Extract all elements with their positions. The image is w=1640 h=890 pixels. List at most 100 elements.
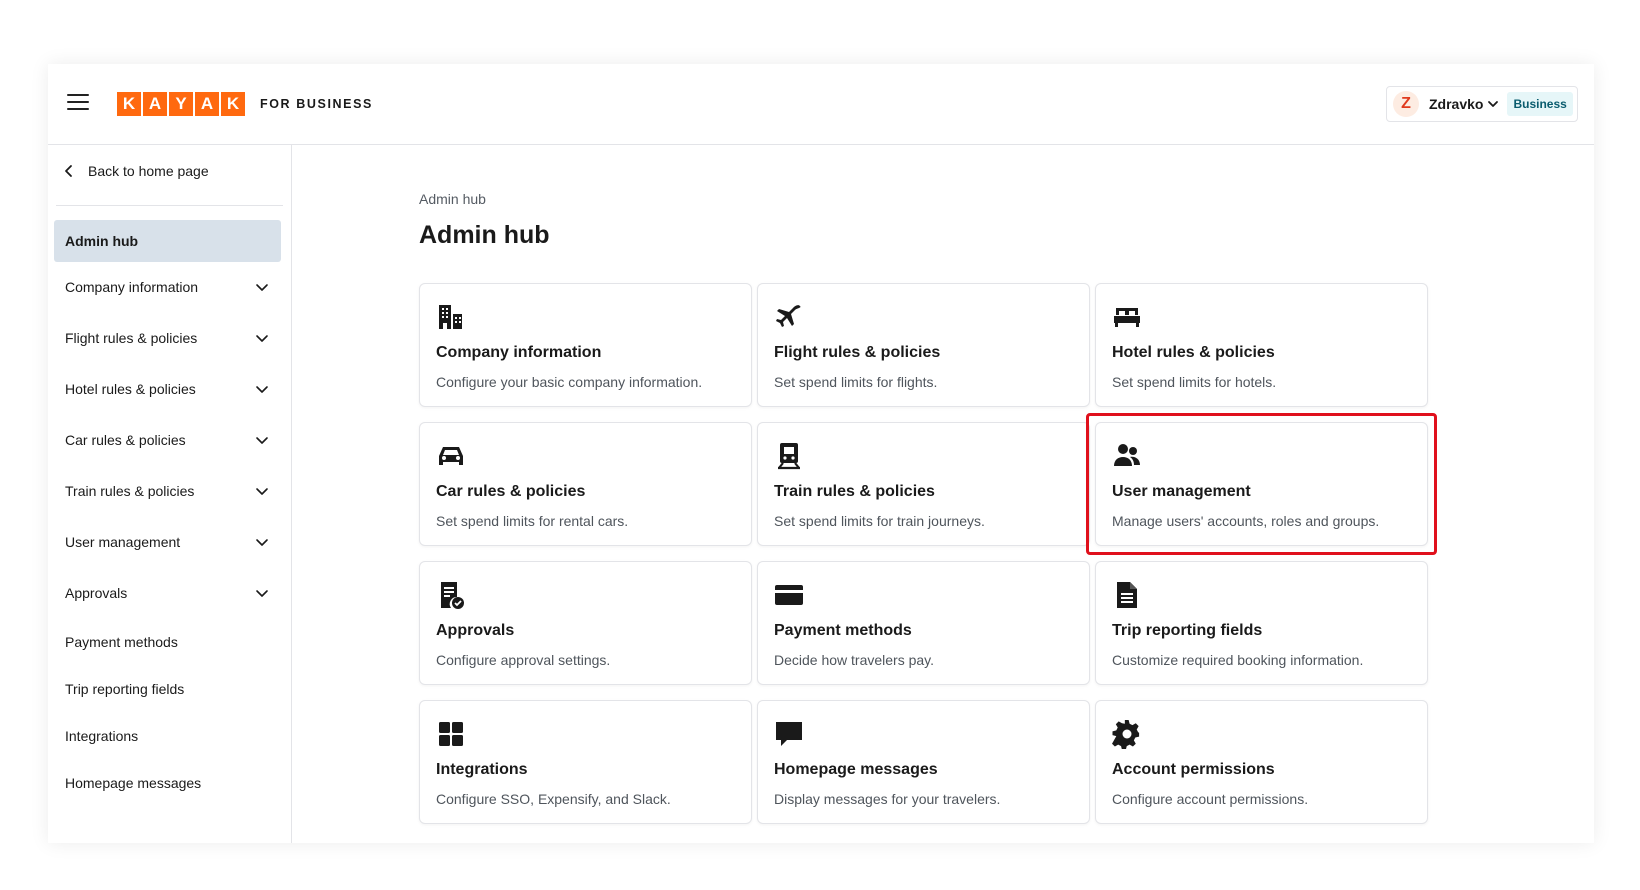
sidebar-item-integrations[interactable]: Integrations — [54, 715, 281, 757]
sidebar-item-approvals[interactable]: Approvals — [54, 572, 281, 614]
card-title: Account permissions — [1112, 761, 1275, 778]
users-icon — [1114, 444, 1140, 466]
card-title: Company information — [436, 344, 602, 361]
card-title: User management — [1112, 483, 1251, 500]
card-integrations[interactable]: Integrations Configure SSO, Expensify, an… — [419, 700, 752, 824]
kayak-logo[interactable]: K A Y A K — [117, 92, 247, 116]
card-account-permissions[interactable]: Account permissions Configure account per… — [1095, 700, 1428, 824]
sidebar-item-homepage-messages[interactable]: Homepage messages — [54, 762, 281, 804]
card-title: Flight rules & policies — [774, 344, 941, 361]
card-approvals[interactable]: Approvals Configure approval settings. — [419, 561, 752, 685]
sidebar-item-label: Flight rules & policies — [65, 330, 198, 346]
card-title: Payment methods — [774, 622, 912, 639]
card-homepage-messages[interactable]: Homepage messages Display messages for yo… — [757, 700, 1090, 824]
account-type-badge: Business — [1507, 92, 1573, 116]
sidebar-item-label: Train rules & policies — [65, 483, 195, 499]
chevron-down-icon — [1488, 101, 1499, 107]
logo-letter: A — [195, 92, 219, 116]
building-icon — [439, 305, 462, 329]
card-description: Display messages for your travelers. — [774, 791, 1001, 807]
card-description: Configure approval settings. — [436, 652, 611, 668]
document-icon — [1117, 582, 1137, 608]
card-title: Hotel rules & policies — [1112, 344, 1275, 361]
logo-letter: K — [221, 92, 245, 116]
logo-letter: A — [143, 92, 167, 116]
logo-letter: Y — [169, 92, 193, 116]
sidebar-item-label: Payment methods — [65, 634, 178, 650]
sidebar-item-label: Company information — [65, 279, 199, 295]
gear-icon — [1112, 719, 1140, 749]
sidebar-item-label: Car rules & policies — [65, 432, 186, 448]
chevron-down-icon — [256, 437, 268, 444]
card-title: Integrations — [436, 761, 528, 778]
sidebar-item-label: Admin hub — [65, 233, 139, 249]
card-description: Set spend limits for hotels. — [1112, 374, 1277, 390]
grid-icon — [439, 722, 463, 746]
card-description: Configure your basic company information… — [436, 374, 703, 390]
card-trip-reporting-fields[interactable]: Trip reporting fields Customize required … — [1095, 561, 1428, 685]
chevron-down-icon — [256, 335, 268, 342]
card-train-rules-and-policies[interactable]: Train rules & policies Set spend limits f… — [757, 422, 1090, 546]
sidebar-item-label: Approvals — [65, 585, 128, 601]
sidebar-item-car-rules-and-policies[interactable]: Car rules & policies — [54, 419, 281, 461]
card-car-rules-and-policies[interactable]: Car rules & policies Set spend limits for… — [419, 422, 752, 546]
document-check-icon — [441, 582, 464, 609]
message-icon — [776, 722, 802, 746]
sidebar-item-label: User management — [65, 534, 181, 550]
card-user-management[interactable]: User management Manage users' accounts, r… — [1095, 422, 1428, 546]
card-title: Car rules & policies — [436, 483, 586, 500]
sidebar-item-train-rules-and-policies[interactable]: Train rules & policies — [54, 470, 281, 512]
chevron-down-icon — [256, 539, 268, 546]
card-title: Train rules & policies — [774, 483, 935, 500]
page-title: Admin hub — [419, 221, 550, 249]
sidebar-item-company-information[interactable]: Company information — [54, 266, 281, 308]
breadcrumb: Admin hub — [419, 191, 486, 207]
card-description: Manage users' accounts, roles and groups… — [1112, 513, 1380, 529]
sidebar-item-label: Trip reporting fields — [65, 681, 185, 697]
card-description: Set spend limits for flights. — [774, 374, 938, 390]
chevron-down-icon — [256, 386, 268, 393]
chevron-down-icon — [256, 284, 268, 291]
sidebar-item-label: Hotel rules & policies — [65, 381, 196, 397]
sidebar-item-hotel-rules-and-policies[interactable]: Hotel rules & policies — [54, 368, 281, 410]
avatar: Z — [1393, 91, 1419, 117]
sidebar-item-flight-rules-and-policies[interactable]: Flight rules & policies — [54, 317, 281, 359]
card-flight-rules-and-policies[interactable]: Flight rules & policies Set spend limits … — [757, 283, 1090, 407]
sidebar-item-trip-reporting-fields[interactable]: Trip reporting fields — [54, 668, 281, 710]
card-hotel-rules-and-policies[interactable]: Hotel rules & policies Set spend limits f… — [1095, 283, 1428, 407]
chevron-left-icon — [65, 165, 72, 177]
card-company-information[interactable]: Company information Configure your basic … — [419, 283, 752, 407]
account-menu-button[interactable]: Z Zdravko Business — [1386, 86, 1578, 122]
hamburger-menu-icon[interactable] — [67, 94, 89, 110]
app-window: K A Y A K FOR BUSINESS Z Zdravko Busines… — [48, 64, 1594, 843]
credit-card-icon — [775, 585, 803, 605]
card-description: Customize required booking information. — [1112, 652, 1364, 668]
card-payment-methods[interactable]: Payment methods Decide how travelers pay. — [757, 561, 1090, 685]
card-description: Set spend limits for train journeys. — [774, 513, 985, 529]
airplane-icon — [776, 305, 801, 327]
card-description: Configure SSO, Expensify, and Slack. — [436, 791, 671, 807]
chevron-down-icon — [256, 590, 268, 597]
card-title: Homepage messages — [774, 761, 938, 778]
bed-icon — [1114, 308, 1140, 327]
sidebar-item-label: Integrations — [65, 728, 139, 744]
card-description: Set spend limits for rental cars. — [436, 513, 629, 529]
back-to-home-link[interactable]: Back to home page — [64, 163, 209, 179]
car-icon — [439, 447, 463, 465]
card-description: Decide how travelers pay. — [774, 652, 935, 668]
back-label: Back to home page — [88, 163, 209, 179]
sidebar-item-payment-methods[interactable]: Payment methods — [54, 621, 281, 663]
sidebar-item-admin-hub[interactable]: Admin hub — [54, 220, 281, 262]
account-name: Zdravko — [1429, 96, 1484, 112]
divider — [56, 205, 283, 206]
card-title: Approvals — [436, 622, 515, 639]
logo-letter: K — [117, 92, 141, 116]
card-description: Configure account permissions. — [1112, 791, 1309, 807]
top-bar: K A Y A K FOR BUSINESS Z Zdravko Busines… — [48, 64, 1594, 145]
sidebar-item-label: Homepage messages — [65, 775, 202, 791]
sidebar-item-user-management[interactable]: User management — [54, 521, 281, 563]
main-content: Admin hub Admin hub Company information C… — [292, 145, 1594, 843]
card-title: Trip reporting fields — [1112, 622, 1263, 639]
chevron-down-icon — [256, 488, 268, 495]
train-icon — [778, 443, 800, 470]
